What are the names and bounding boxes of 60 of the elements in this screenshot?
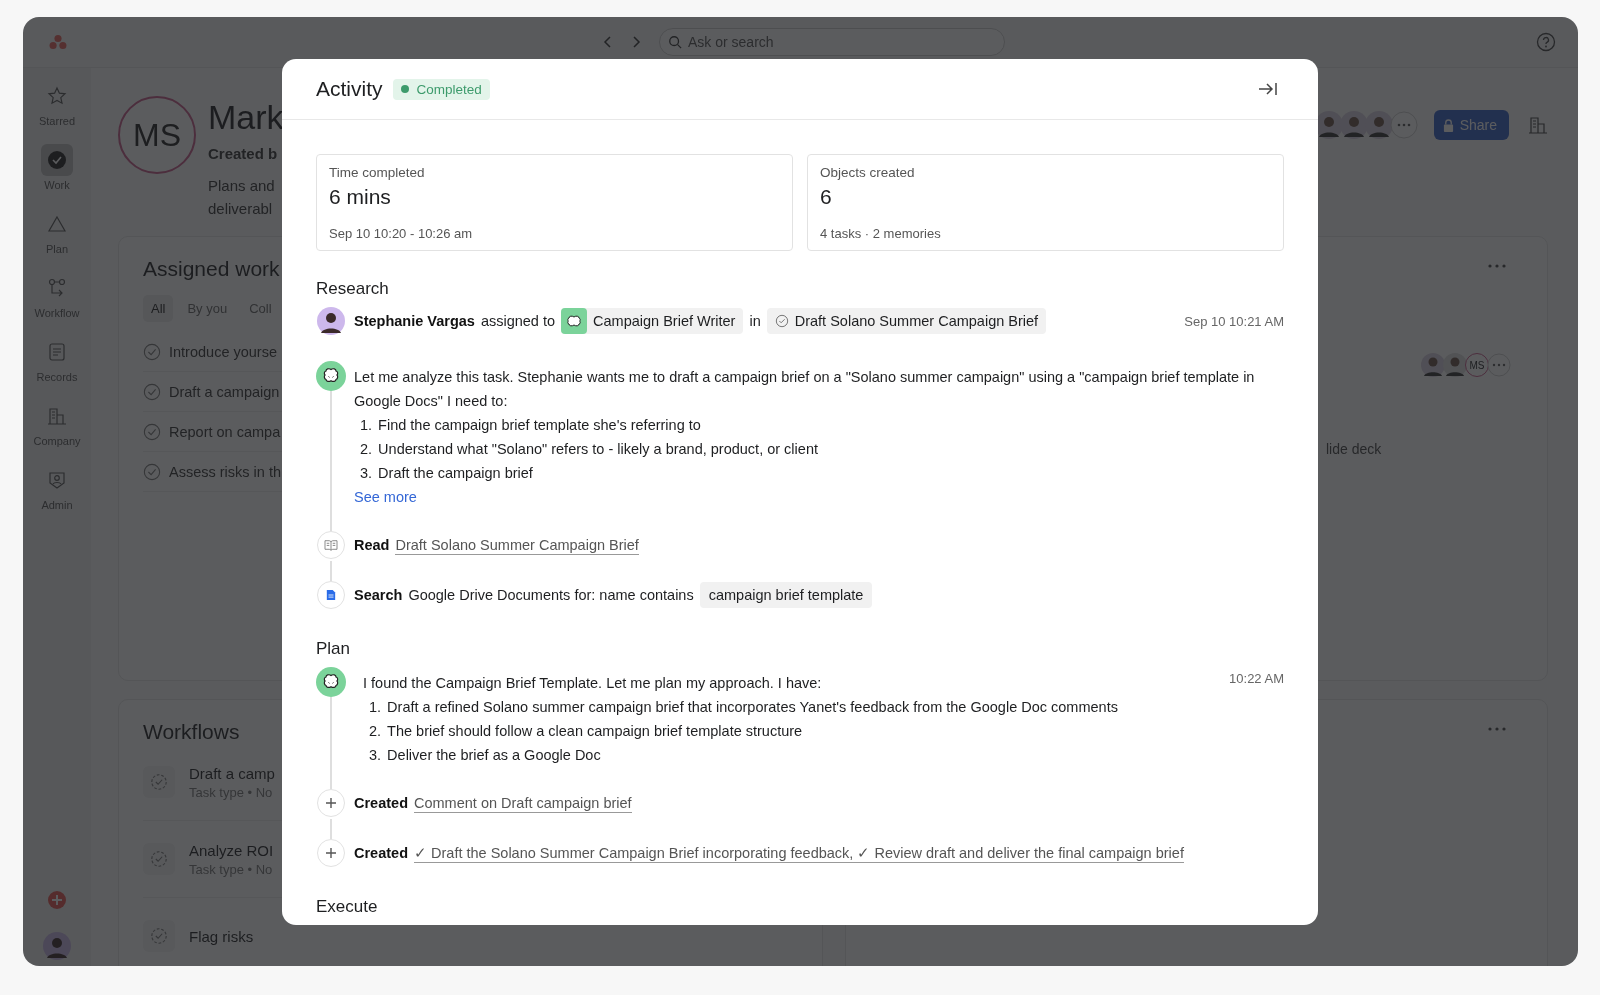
task-name[interactable]: Draft a campaign [169,383,280,400]
card-title: Assigned work [143,257,280,281]
task-name[interactable]: Introduce yourse [169,343,277,360]
workflow-name[interactable]: Flag risks [189,927,254,945]
profile-description: Plans and deliverabl [208,176,276,219]
see-more-link[interactable]: See more [354,489,417,505]
profile-byline: Created b [208,145,279,162]
step-text: Deliver the brief as a Google Doc [387,746,601,765]
event-verb: Created [354,845,408,861]
collapse-panel-icon[interactable] [1258,81,1278,97]
event-verb: Created [354,795,408,811]
section-title: Research [316,279,390,299]
step-text: The brief should follow a clean campaign brief template structure [387,722,803,741]
stat-label: Objects created [820,165,916,180]
step-number: 3. [369,746,382,765]
search-query: campaign brief template [699,582,873,608]
thought-text: I found the Campaign Brief Template. Let me plan my approach. I have: [363,674,823,693]
event-preposition: in [749,313,761,329]
object-link[interactable]: ✓ Draft the Solano Summer Campaign Brief incorporating feedback, ✓ Review draft and deliver the final campaign brief [414,843,1184,863]
actor-name[interactable]: Stephanie Vargas [354,313,475,329]
section-title: Plan [316,639,352,659]
step-text: Draft a refined Solano summer campaign brief that incorporates Yanet's feedback from the Google Doc comments [387,698,1118,717]
step-number: 3. [360,464,373,483]
stat-value: 6 mins [329,185,392,209]
status-label: Completed [416,81,482,97]
profile-name: Mark [208,98,284,137]
step-text: Draft the campaign brief [378,464,533,483]
user-avatar [317,307,345,335]
task-name[interactable]: Report on campa [169,423,281,440]
card-title: Workflows [143,720,240,744]
stat-detail: 4 tasks · 2 memories [820,226,942,241]
bot-icon [316,361,346,391]
step-number: 1. [369,698,382,717]
object-link[interactable]: Draft Solano Summer Campaign Brief [395,535,639,555]
event-time: 10:22 AM [1229,671,1284,686]
stat-detail: Sep 10 10:20 - 10:26 am [329,226,474,241]
search-description: Google Drive Documents for: name contains [408,587,694,603]
stat-value: 6 [820,185,833,209]
step-number: 2. [369,722,382,741]
step-text: Understand what "Solano" refers to - likely a brand, product, or client [378,440,818,459]
agent-chip[interactable]: Campaign Brief Writer [561,308,744,334]
event-verb: Read [354,537,390,553]
event-verb: Search [354,587,403,603]
thought-text: Let me analyze this task. Stephanie wants me to draft a campaign brief on a "Solano summer campaign" using a "campaign brief template in Google Docs" I need to: [354,368,1256,411]
task-chip[interactable]: Draft Solano Summer Campaign Brief [766,308,1047,334]
task-name[interactable]: Assess risks in th [169,463,281,480]
bot-icon [316,667,346,697]
section-title: Execute [316,897,379,917]
stat-label: Time completed [329,165,426,180]
bot-icon [561,308,588,334]
panel-title: Activity [316,77,383,101]
event-time: Sep 10 10:21 AM [1184,313,1284,329]
object-link[interactable]: Comment on Draft campaign brief [414,793,632,813]
workflow-name[interactable]: Draft a camp [189,764,275,782]
check-circle-icon [774,314,789,328]
step-text: Find the campaign brief template she's referring to [378,416,701,435]
event-verb: assigned to [480,313,556,329]
workflow-name[interactable]: Analyze ROI [189,841,274,859]
step-number: 1. [360,416,373,435]
step-number: 2. [360,440,373,459]
